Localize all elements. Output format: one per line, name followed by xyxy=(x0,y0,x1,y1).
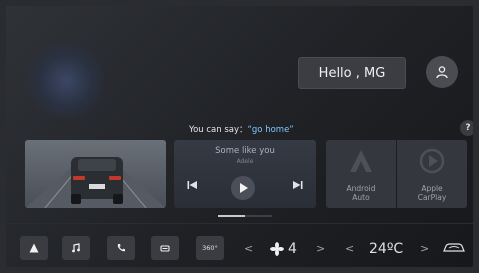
carplay-label: Apple CarPlay xyxy=(417,184,447,202)
greeting-text: Hello , MG xyxy=(318,65,386,81)
vehicle-button[interactable] xyxy=(151,236,179,260)
play-button[interactable] xyxy=(231,176,255,200)
music-button[interactable] xyxy=(62,236,90,260)
android-auto-label: Android Auto xyxy=(346,184,376,202)
song-title: Some like you xyxy=(215,146,275,156)
fan-icon xyxy=(270,242,284,256)
greeting-banner[interactable]: Hello , MG xyxy=(298,57,406,89)
air-circulation-icon[interactable] xyxy=(442,242,466,254)
ambient-glow xyxy=(26,41,106,121)
profile-button[interactable] xyxy=(426,56,458,88)
carplay-icon xyxy=(419,148,445,174)
page-indicator-active xyxy=(218,215,245,217)
360-view-button[interactable]: 360° xyxy=(196,236,224,260)
media-card[interactable]: Some like you Adele xyxy=(174,140,316,208)
skip-back-icon xyxy=(187,181,197,189)
fan-increase-chevron-right-icon[interactable]: > xyxy=(316,242,325,255)
carplay-card[interactable]: Apple CarPlay xyxy=(397,140,467,208)
voice-hint: You can say：“go home” xyxy=(189,123,294,135)
temp-decrease-chevron-left-icon[interactable]: < xyxy=(345,242,354,255)
android-auto-icon xyxy=(350,150,372,172)
360-view-icon: 360° xyxy=(202,244,218,252)
vehicle-card[interactable] xyxy=(25,140,166,208)
car-rear-image xyxy=(25,140,166,208)
play-icon xyxy=(240,183,248,193)
head-unit-screen: Hello , MG ? You can say：“go home” Some … xyxy=(6,6,473,267)
voice-hint-command: “go home” xyxy=(247,125,294,135)
dock-divider xyxy=(6,223,473,224)
skip-forward-icon xyxy=(293,181,303,189)
voice-hint-prefix: You can say： xyxy=(189,125,248,135)
user-icon xyxy=(436,66,448,79)
phone-icon xyxy=(117,244,125,252)
artist-name: Adele xyxy=(236,158,254,165)
temperature-value: 24ºC xyxy=(369,241,404,257)
car-icon xyxy=(160,245,170,252)
navigation-button[interactable] xyxy=(20,236,48,260)
help-button[interactable]: ? xyxy=(460,120,473,136)
fan-speed-value: 4 xyxy=(288,241,297,257)
page-indicator xyxy=(218,215,272,217)
music-icon xyxy=(72,243,80,253)
help-label: ? xyxy=(465,123,471,133)
next-track-button[interactable] xyxy=(292,179,304,191)
phone-button[interactable] xyxy=(107,236,135,260)
android-auto-card[interactable]: Android Auto xyxy=(326,140,396,208)
fan-decrease-chevron-left-icon[interactable]: < xyxy=(244,242,253,255)
navigation-icon xyxy=(29,243,39,253)
temp-increase-chevron-right-icon[interactable]: > xyxy=(420,242,429,255)
previous-track-button[interactable] xyxy=(186,179,198,191)
